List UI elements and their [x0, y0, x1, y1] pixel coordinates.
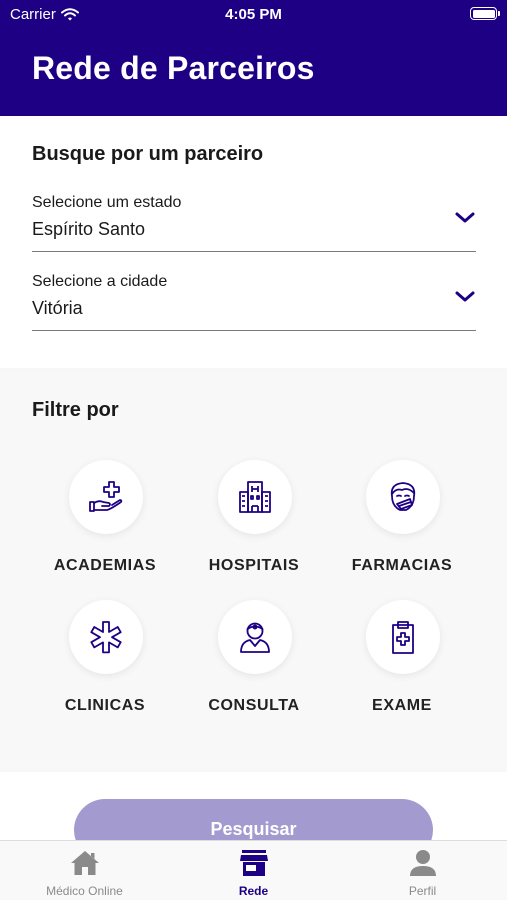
- state-select[interactable]: Selecione um estado Espírito Santo: [32, 194, 476, 252]
- filter-exame-circle[interactable]: [366, 600, 440, 674]
- chevron-down-icon[interactable]: [454, 289, 476, 305]
- medical-star-icon: [90, 621, 122, 654]
- filter-consulta-circle[interactable]: [218, 600, 292, 674]
- filter-section-title: Filtre por: [32, 399, 119, 421]
- tab-rede-label: Rede: [238, 884, 269, 898]
- hospital-building-icon: [239, 481, 271, 513]
- city-select-value: Vitória: [32, 298, 83, 318]
- app-header: Carrier 4:05 PM Rede de Parceiros: [0, 0, 507, 116]
- filter-clinicas-label: CLINICAS: [64, 697, 146, 714]
- filter-hospitais[interactable]: HOSPITAIS: [180, 460, 328, 590]
- sick-face-icon: [390, 482, 416, 511]
- filter-consulta[interactable]: CONSULTA: [180, 600, 328, 730]
- filter-academias-label: ACADEMIAS: [53, 557, 157, 574]
- city-select-label: Selecione a cidade: [32, 273, 168, 290]
- action-area: Pesquisar: [0, 772, 507, 840]
- search-button[interactable]: Pesquisar: [74, 799, 433, 840]
- filter-exame[interactable]: EXAME: [328, 600, 476, 730]
- tab-bar: Médico Online Rede Perfil: [0, 840, 507, 900]
- battery-icon: [470, 7, 500, 20]
- tab-rede[interactable]: Rede: [169, 841, 338, 900]
- filter-consulta-label: CONSULTA: [208, 697, 300, 714]
- state-select-value: Espírito Santo: [32, 219, 146, 239]
- search-button-label: Pesquisar: [210, 819, 297, 839]
- city-select[interactable]: Selecione a cidade Vitória: [32, 273, 476, 331]
- filter-farmacias-circle[interactable]: [366, 460, 440, 534]
- clipboard-plus-icon: [392, 621, 414, 654]
- state-select-label: Selecione um estado: [32, 194, 182, 211]
- person-icon: [409, 850, 436, 876]
- chevron-down-icon[interactable]: [454, 210, 476, 226]
- filter-academias-circle[interactable]: [69, 460, 143, 534]
- store-icon: [239, 850, 268, 876]
- home-icon: [70, 851, 99, 875]
- filter-hospitais-circle[interactable]: [218, 460, 292, 534]
- filter-farmacias-label: FARMACIAS: [351, 557, 453, 574]
- filter-exame-label: EXAME: [372, 697, 432, 714]
- hand-plus-icon: [89, 481, 123, 512]
- search-section-title: Busque por um parceiro: [32, 143, 264, 165]
- status-time: 4:05 PM: [225, 6, 282, 23]
- tab-medico-online-label: Médico Online: [46, 884, 123, 898]
- status-bar: Carrier 4:05 PM: [0, 0, 507, 28]
- filter-farmacias[interactable]: FARMACIAS: [328, 460, 476, 590]
- filter-clinicas[interactable]: CLINICAS: [31, 600, 179, 730]
- filter-section: Filtre por ACADEMIAS HOSPITAIS FARMACIAS…: [0, 372, 507, 770]
- filter-academias[interactable]: ACADEMIAS: [31, 460, 179, 590]
- doctor-icon: [240, 622, 270, 653]
- page-title: Rede de Parceiros: [32, 50, 315, 86]
- tab-medico-online[interactable]: Médico Online: [0, 841, 169, 900]
- filter-hospitais-label: HOSPITAIS: [208, 557, 300, 574]
- tab-perfil-label: Perfil: [408, 884, 437, 898]
- search-section: Busque por um parceiro Selecione um esta…: [0, 116, 507, 368]
- tab-perfil[interactable]: Perfil: [338, 841, 507, 900]
- filter-clinicas-circle[interactable]: [69, 600, 143, 674]
